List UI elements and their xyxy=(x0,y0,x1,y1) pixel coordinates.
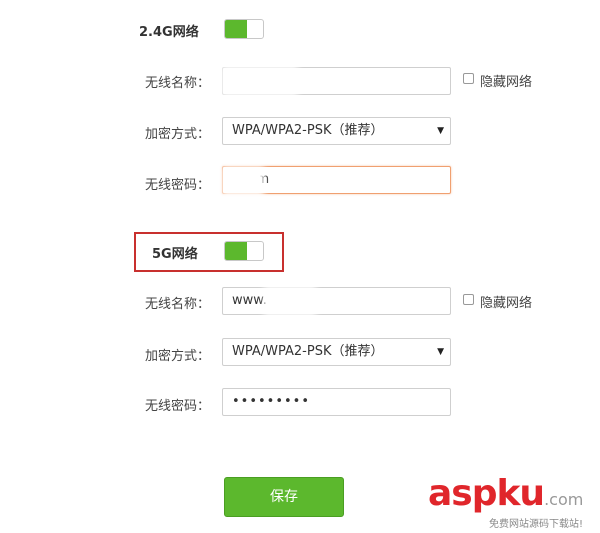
wifi-5g-toggle[interactable] xyxy=(224,241,264,261)
wifi-5g-security-value: WPA/WPA2-PSK（推荐） xyxy=(232,344,384,359)
redaction-mask xyxy=(226,170,260,192)
chevron-down-icon: ▼ xyxy=(437,347,444,357)
wifi-24g-title: 2.4G网络 xyxy=(139,25,199,40)
wifi-5g-hide-checkbox[interactable] xyxy=(463,294,474,305)
toggle-on-indicator xyxy=(225,242,247,260)
wifi-5g-ssid-input[interactable]: www. n_5G xyxy=(222,287,451,315)
wifi-24g-toggle[interactable] xyxy=(224,19,264,39)
wifi-24g-ssid-label: 无线名称： xyxy=(145,76,211,91)
toggle-on-indicator xyxy=(225,20,247,38)
wifi-5g-password-label: 无线密码： xyxy=(145,399,211,414)
wifi-5g-password-input[interactable]: ••••••••• xyxy=(222,388,451,416)
watermark-suffix: .com xyxy=(544,490,584,509)
redaction-mask xyxy=(226,70,294,92)
watermark-brand: aspku xyxy=(428,473,545,514)
wifi-24g-hide-checkbox[interactable] xyxy=(463,73,474,84)
wifi-5g-ssid-label: 无线名称： xyxy=(145,297,211,312)
redaction-mask xyxy=(268,290,312,312)
wifi-5g-security-select[interactable]: WPA/WPA2-PSK（推荐） ▼ xyxy=(222,338,451,366)
wifi-24g-password-label: 无线密码： xyxy=(145,178,211,193)
save-button[interactable]: 保存 xyxy=(224,477,344,517)
wifi-24g-security-label: 加密方式： xyxy=(145,127,211,142)
chevron-down-icon: ▼ xyxy=(437,126,444,136)
watermark-tagline: 免费网站源码下载站! xyxy=(489,519,584,530)
wifi-24g-security-value: WPA/WPA2-PSK（推荐） xyxy=(232,123,384,138)
wifi-5g-title: 5G网络 xyxy=(152,247,198,262)
wifi-5g-hide-label: 隐藏网络 xyxy=(480,296,533,311)
wifi-24g-security-select[interactable]: WPA/WPA2-PSK（推荐） ▼ xyxy=(222,117,451,145)
wifi-5g-security-label: 加密方式： xyxy=(145,349,211,364)
wifi-24g-hide-label: 隐藏网络 xyxy=(480,75,533,90)
watermark-logo: aspku.com xyxy=(428,476,583,512)
